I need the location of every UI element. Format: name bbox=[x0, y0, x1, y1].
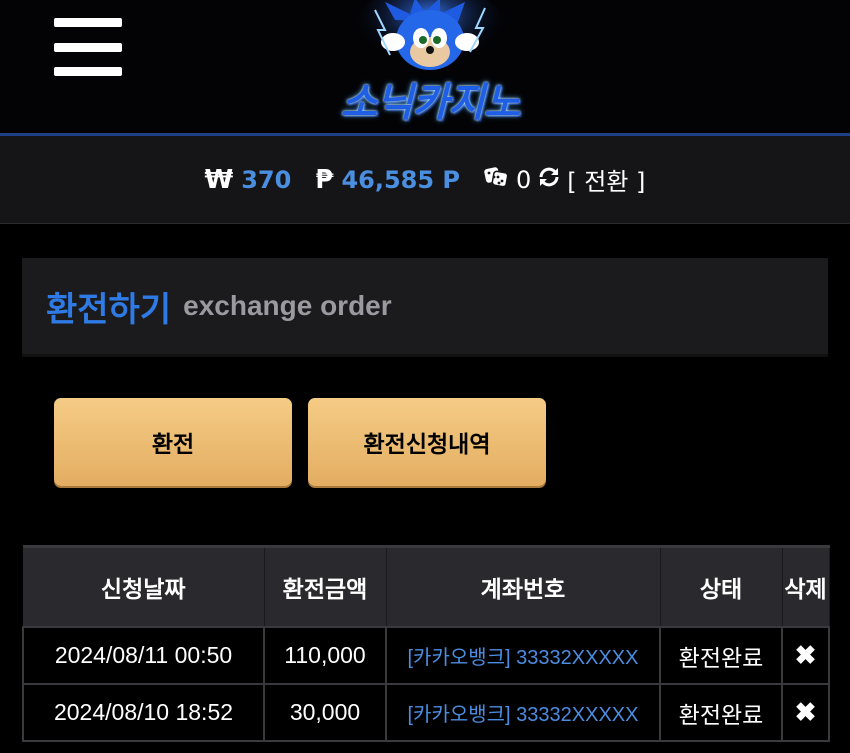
delete-icon[interactable]: ✖ bbox=[781, 683, 830, 742]
convert-button[interactable]: [ 전환 ] bbox=[567, 162, 645, 197]
col-header-status: 상태 bbox=[660, 545, 783, 627]
cell-account: [카카오뱅크] 33332XXXXX bbox=[385, 683, 661, 742]
logo-text: 소닉카지노 bbox=[340, 80, 521, 126]
chip-value: 0 bbox=[516, 165, 532, 194]
site-logo[interactable]: 소닉카지노 bbox=[300, 0, 560, 128]
refresh-icon[interactable] bbox=[537, 165, 561, 195]
delete-icon[interactable]: ✖ bbox=[781, 626, 830, 685]
dice-icon bbox=[484, 165, 509, 195]
col-header-delete: 삭제 bbox=[782, 545, 830, 627]
exchange-history-table: 신청날짜 환전금액 계좌번호 상태 삭제 2024/08/11 00:50 11… bbox=[22, 545, 830, 742]
top-header: 소닉카지노 bbox=[0, 0, 850, 136]
section-header: 환전하기 exchange order bbox=[22, 258, 828, 357]
col-header-amount: 환전금액 bbox=[264, 545, 387, 627]
col-header-account: 계좌번호 bbox=[386, 545, 661, 627]
won-value: 370 bbox=[241, 165, 292, 194]
table-header-row: 신청날짜 환전금액 계좌번호 상태 삭제 bbox=[23, 545, 830, 627]
table-row: 2024/08/10 18:52 30,000 [카카오뱅크] 33332XXX… bbox=[22, 683, 830, 742]
cell-account: [카카오뱅크] 33332XXXXX bbox=[385, 626, 661, 685]
point-icon: ₱ bbox=[315, 164, 334, 195]
cell-date: 2024/08/11 00:50 bbox=[22, 626, 265, 685]
menu-bar bbox=[54, 18, 122, 27]
page-title: 환전하기 bbox=[46, 289, 172, 330]
menu-bar bbox=[54, 67, 122, 76]
won-balance: ₩ 370 bbox=[205, 165, 292, 195]
menu-bar bbox=[54, 42, 122, 52]
cell-status: 환전완료 bbox=[659, 683, 783, 742]
table-row: 2024/08/11 00:50 110,000 [카카오뱅크] 33332XX… bbox=[22, 626, 830, 685]
won-icon: ₩ bbox=[204, 164, 234, 195]
col-header-date: 신청날짜 bbox=[23, 545, 265, 627]
point-balance: ₱ 46,585 P bbox=[315, 165, 460, 195]
chip-balance: 0 [ 전환 ] bbox=[484, 162, 645, 197]
exchange-history-button[interactable]: 환전신청내역 bbox=[308, 398, 546, 486]
menu-icon[interactable] bbox=[54, 18, 122, 76]
cell-date: 2024/08/10 18:52 bbox=[22, 683, 265, 742]
cell-amount: 110,000 bbox=[263, 626, 387, 685]
page-subtitle: exchange order bbox=[183, 290, 392, 321]
point-value: 46,585 P bbox=[341, 165, 460, 194]
balance-bar: ₩ 370 ₱ 46,585 P 0 [전환] bbox=[0, 136, 850, 224]
cell-amount: 30,000 bbox=[263, 683, 387, 742]
exchange-button[interactable]: 환전 bbox=[54, 398, 292, 486]
cell-status: 환전완료 bbox=[659, 626, 783, 685]
